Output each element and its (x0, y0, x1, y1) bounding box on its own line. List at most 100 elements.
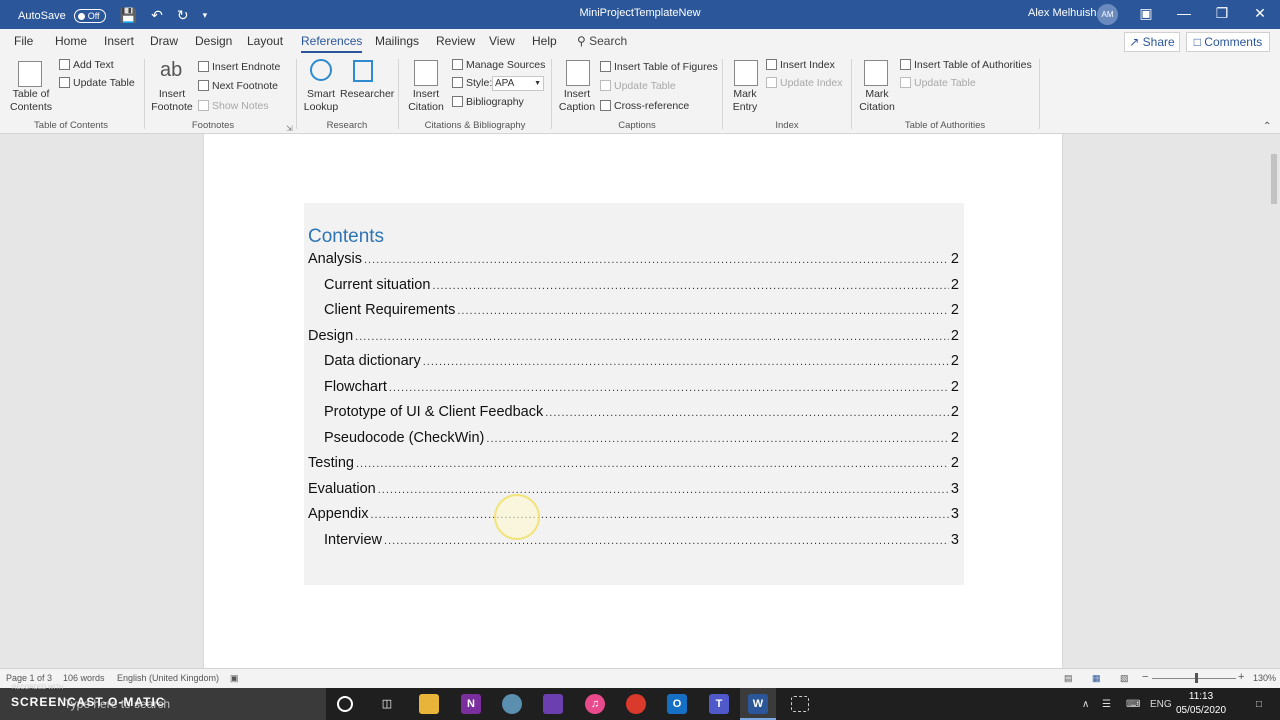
document-area: Contents Analysis2Current situation2Clie… (0, 134, 1280, 674)
update-table-figures-button[interactable]: Update Table (600, 80, 676, 93)
word-icon[interactable]: W (748, 694, 768, 714)
group-label-research: Research (326, 120, 368, 131)
style-dropdown[interactable]: APA ▼ (492, 76, 544, 91)
print-layout-icon[interactable]: ▦ (1092, 673, 1101, 684)
visual-studio-icon[interactable] (543, 694, 563, 714)
vertical-scrollbar[interactable] (1268, 134, 1280, 668)
bibliography-button[interactable]: Bibliography (452, 96, 524, 109)
tab-home[interactable]: Home (55, 34, 87, 48)
tab-review[interactable]: Review (436, 34, 475, 48)
tab-view[interactable]: View (489, 34, 515, 48)
outlook-icon[interactable]: O (667, 694, 687, 714)
tray-chevron-icon[interactable]: ∧ (1082, 699, 1089, 710)
clock[interactable]: 11:13 05/05/2020 (1176, 690, 1226, 718)
toc-entry[interactable]: Analysis 2 (308, 251, 959, 271)
tab-help[interactable]: Help (532, 34, 557, 48)
cross-reference-button[interactable]: Cross-reference (600, 100, 689, 113)
comments-button[interactable]: □ Comments (1186, 32, 1270, 52)
mark-citation-button[interactable]: Mark Citation (856, 88, 898, 114)
insert-endnote-label: Insert Endnote (212, 61, 281, 73)
zoom-slider-handle[interactable] (1195, 673, 1198, 683)
toc-entry[interactable]: Design 2 (308, 327, 959, 348)
tab-design[interactable]: Design (195, 34, 232, 48)
close-button[interactable]: ✕ (1250, 5, 1270, 22)
file-explorer-icon[interactable] (419, 694, 439, 714)
toc-entry-label: Testing (308, 455, 354, 471)
toc-entry[interactable]: Appendix 3 (308, 506, 959, 526)
update-table-figures-label: Update Table (614, 80, 676, 92)
add-text-button[interactable]: Add Text (59, 59, 114, 72)
next-footnote-button[interactable]: Next Footnote (198, 80, 278, 93)
ribbon-display-options-icon[interactable]: ▣ (1136, 5, 1156, 22)
music-icon[interactable]: ♫ (585, 694, 605, 714)
app-icon[interactable] (502, 694, 522, 714)
taskbar-search[interactable]: RECORDED WITH SCREENCAST-O-MATIC Type he… (0, 685, 326, 720)
group-label-captions: Captions (618, 120, 656, 131)
tab-draw[interactable]: Draw (150, 34, 178, 48)
scrollbar-thumb[interactable] (1271, 154, 1277, 204)
page-count[interactable]: Page 1 of 3 (6, 673, 52, 683)
chrome-icon[interactable] (626, 694, 646, 714)
table-of-contents-button[interactable]: Table of Contents (6, 88, 56, 114)
keyboard-icon[interactable]: ⌨ (1126, 699, 1140, 710)
mark-entry-button[interactable]: Mark Entry (726, 88, 764, 114)
zoom-slider[interactable] (1152, 678, 1236, 679)
teams-icon[interactable]: T (709, 694, 729, 714)
researcher-button[interactable]: Researcher (340, 88, 394, 101)
tab-layout[interactable]: Layout (247, 34, 283, 48)
insert-index-icon (766, 59, 777, 70)
toc-entry-page: 2 (950, 327, 959, 344)
share-button[interactable]: ↗ Share (1124, 32, 1180, 52)
update-toa-button[interactable]: Update Table (900, 77, 976, 90)
search-tab[interactable]: ⚲ Search (577, 34, 627, 48)
network-icon[interactable]: ☰ (1102, 699, 1111, 710)
insert-caption-button[interactable]: Insert Caption (554, 88, 600, 114)
toc-entry-page: 2 (950, 455, 959, 471)
toc-entry[interactable]: Prototype of UI & Client Feedback 2 (324, 404, 959, 424)
show-notes-button[interactable]: Show Notes (198, 100, 269, 113)
language-indicator[interactable]: ENG (1150, 699, 1172, 710)
toc-entry[interactable]: Client Requirements 2 (324, 302, 959, 322)
insert-index-button[interactable]: Insert Index (766, 59, 835, 72)
update-table-button[interactable]: Update Table (59, 77, 135, 90)
word-count[interactable]: 106 words (63, 673, 105, 683)
zoom-level[interactable]: 130% (1253, 673, 1276, 683)
tab-references[interactable]: References (301, 34, 363, 53)
update-index-button[interactable]: Update Index (766, 77, 842, 90)
collapse-ribbon-icon[interactable]: ⌃ (1263, 121, 1271, 132)
manage-sources-button[interactable]: Manage Sources (452, 59, 545, 72)
language-status[interactable]: English (United Kingdom) (117, 673, 219, 683)
snipping-tool-icon[interactable] (791, 696, 809, 712)
toc-entry[interactable]: Interview 3 (324, 531, 959, 552)
tab-file[interactable]: File (14, 34, 33, 48)
smart-lookup-button[interactable]: Smart Lookup (300, 88, 342, 114)
avatar[interactable]: AM (1097, 4, 1118, 25)
toc-entry[interactable]: Evaluation 3 (308, 480, 959, 501)
web-layout-icon[interactable]: ▧ (1120, 673, 1129, 684)
notifications-icon[interactable]: □ (1256, 699, 1262, 710)
minimize-button[interactable]: — (1174, 5, 1194, 21)
toc-entry[interactable]: Flowchart 2 (324, 378, 959, 399)
tab-mailings[interactable]: Mailings (375, 34, 419, 48)
task-view-icon[interactable]: ◫ (377, 694, 397, 714)
maximize-button[interactable]: ❐ (1212, 5, 1232, 22)
divider (144, 59, 145, 129)
tab-insert[interactable]: Insert (104, 34, 134, 48)
cortana-icon[interactable] (337, 696, 353, 712)
toc-entry[interactable]: Data dictionary 2 (324, 353, 959, 373)
insert-table-of-authorities-button[interactable]: Insert Table of Authorities (900, 59, 1032, 72)
toc-entry[interactable]: Pseudocode (CheckWin) 2 (324, 429, 959, 450)
proofing-icon[interactable]: ▣ (230, 673, 239, 684)
user-name[interactable]: Alex Melhuish (1028, 7, 1096, 19)
toc-entry[interactable]: Testing 2 (308, 455, 959, 475)
toc-entry[interactable]: Current situation 2 (324, 276, 959, 297)
document-page[interactable]: Contents Analysis2Current situation2Clie… (203, 134, 1063, 674)
insert-citation-button[interactable]: Insert Citation (402, 88, 450, 114)
insert-footnote-button[interactable]: Insert Footnote (148, 88, 196, 114)
insert-endnote-button[interactable]: Insert Endnote (198, 61, 280, 74)
zoom-out-button[interactable]: − (1142, 671, 1148, 683)
read-mode-icon[interactable]: ▤ (1064, 673, 1073, 684)
insert-table-of-figures-button[interactable]: Insert Table of Figures (600, 61, 718, 74)
zoom-in-button[interactable]: + (1238, 671, 1244, 683)
onenote-icon[interactable]: N (461, 694, 481, 714)
